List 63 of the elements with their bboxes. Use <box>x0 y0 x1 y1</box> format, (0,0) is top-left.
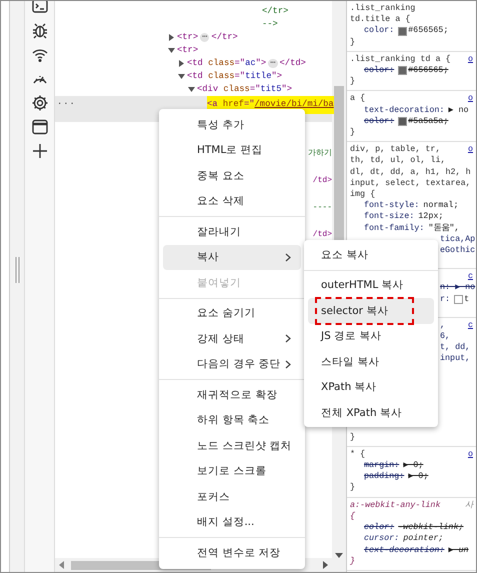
css-text-fragment: input, <box>440 353 470 365</box>
css-property-name: font-family: <box>364 222 424 234</box>
css-property-value: -webkit-link; <box>398 522 464 534</box>
closing-brace: } <box>350 482 356 494</box>
closing-brace: } <box>350 432 356 443</box>
css-property-name: color: <box>364 65 394 76</box>
dom-node-code: <tr> ⋯ </tr> <box>177 31 238 44</box>
css-property-name: color: <box>364 522 394 534</box>
code-line: </tr> <box>262 5 288 18</box>
css-property-value: "돋움", <box>428 222 460 234</box>
css-property-value: #5a5a5a; <box>408 116 448 128</box>
css-selector: div, p, table, tr, <box>350 144 440 156</box>
css-property-value: #656565; <box>408 65 448 76</box>
css-selector: input, select, textarea, <box>350 178 471 190</box>
css-property-value: ▶ un <box>448 544 469 556</box>
css-property-name: text-decoration: <box>364 544 444 556</box>
closing-brace: } <box>350 76 356 88</box>
css-property-name: margin: <box>364 460 400 472</box>
css-text-fragment: r: <box>440 294 450 305</box>
css-property-value: pointer; <box>403 533 444 544</box>
css-property-value: normal; <box>423 200 458 212</box>
css-property-name: cursor: <box>364 533 400 544</box>
code-line: --> <box>262 18 278 31</box>
dom-node-code: <td class="ac"> ⋯ </td> <box>187 57 306 70</box>
code-fragment: /td> <box>312 175 332 187</box>
css-property-value: t <box>464 294 470 305</box>
css-property-name: font-size: <box>364 211 414 223</box>
css-property-name: color: <box>364 25 394 37</box>
code-fragment: 가하기 <box>308 148 332 160</box>
css-selector: a:-webkit-any-link <box>350 500 440 511</box>
css-text-fragment: , <box>440 320 446 332</box>
css-selector: a { <box>350 93 366 105</box>
code-fragment: ---- <box>312 202 332 214</box>
css-selector: { <box>350 510 356 522</box>
css-selector: * { <box>350 448 366 460</box>
css-property-name: text-decoration: <box>364 104 444 116</box>
code-fragment: /td> <box>312 229 332 241</box>
css-property-name: color: <box>364 116 394 128</box>
closing-brace: } <box>350 556 356 567</box>
css-text-fragment: 6, <box>440 331 450 342</box>
css-property-value: ▶ 0; <box>403 460 424 472</box>
css-selector: .list_ranking <box>350 3 416 14</box>
css-text-fragment: n: ▶ no <box>440 282 476 294</box>
css-property-value: ▶ no <box>448 104 469 116</box>
dom-node-code: <div class="tit5"> <box>197 83 292 96</box>
css-property-name: padding: <box>364 471 404 482</box>
closing-brace: } <box>350 127 356 138</box>
css-property-value: ▶ 0; <box>408 471 428 482</box>
css-property-value: 12px; <box>418 211 444 223</box>
css-selector: td.title a { <box>350 14 410 26</box>
dom-node-code: <td class="title"> <box>187 70 282 83</box>
closing-brace: } <box>350 36 356 48</box>
css-selector: dl, dt, dd, a, h1, h2, h <box>350 166 471 178</box>
css-property-value: #656565; <box>408 25 448 37</box>
source-label: 사 <box>465 500 473 511</box>
css-selector: th, td, ul, ol, li, <box>350 155 446 167</box>
css-text-fragment: eGothic <box>440 245 476 256</box>
css-property-name: font-style: <box>364 200 420 212</box>
css-selector: .list_ranking td a { <box>350 54 451 66</box>
css-text-fragment: t, dd, <box>440 342 470 354</box>
dom-node-code: <tr> <box>177 44 198 57</box>
css-text-fragment: tica,Ap <box>440 234 476 246</box>
css-selector: img { <box>350 189 376 200</box>
